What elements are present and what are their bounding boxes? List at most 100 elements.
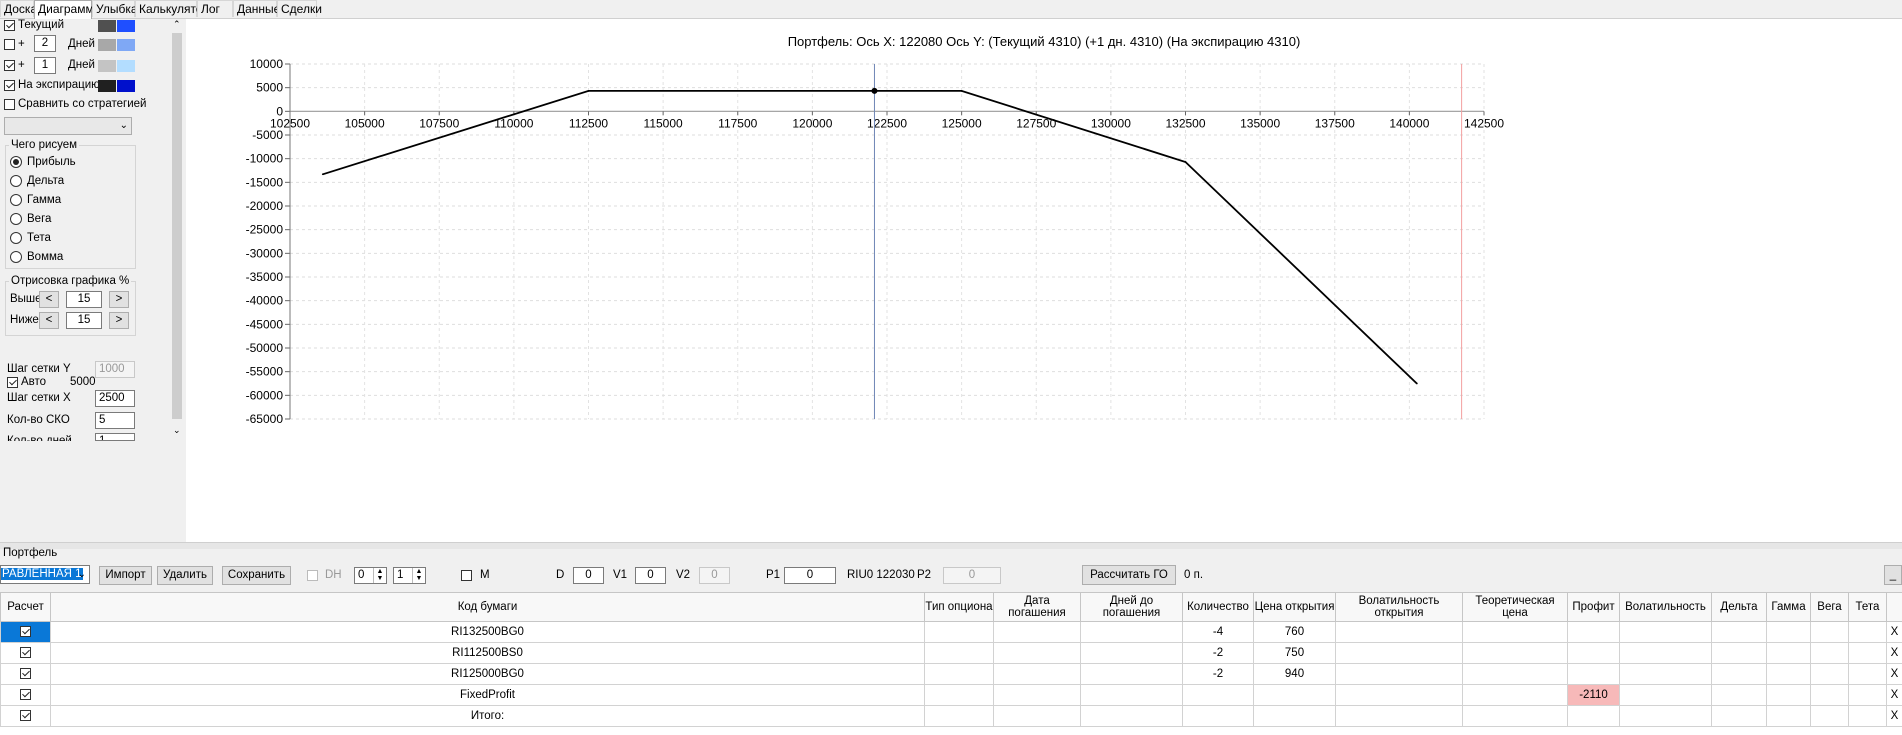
remove-row-button[interactable]: X [1886,684,1902,706]
spin-arrows-icon[interactable]: ▲ ▼ [373,568,386,583]
below-decrease-button[interactable]: < [39,312,59,329]
col-gamma[interactable]: Гамма [1766,592,1811,622]
tab-diagram[interactable]: Диаграмма [34,0,100,19]
radio-gamma[interactable] [10,194,22,206]
plus1-color-2[interactable] [117,60,135,72]
current-checkbox[interactable] [4,20,15,31]
tab-board[interactable]: Доска [0,0,37,17]
table-row[interactable]: RI132500BG0 -4 760 X [0,621,1902,643]
dh-checkbox[interactable] [307,570,318,581]
dh-spin-2[interactable]: 1 ▲ ▼ [393,567,426,584]
remove-row-button[interactable]: X [1886,621,1902,643]
grid-x-input[interactable]: 2500 [95,390,135,407]
col-open-price[interactable]: Цена открытия [1253,592,1336,622]
col-volatility[interactable]: Волатильность [1619,592,1712,622]
calc-cell[interactable] [0,684,51,706]
remove-row-button[interactable]: X [1886,642,1902,664]
tab-data[interactable]: Данные [233,0,280,17]
tab-smile[interactable]: Улыбка [92,0,138,17]
calc-go-button[interactable]: Рассчитать ГО [1082,565,1176,585]
auto-checkbox[interactable] [7,377,18,388]
p1-input[interactable]: 0 [784,567,836,584]
plus2-color-2[interactable] [117,39,135,51]
col-theoretical-price[interactable]: Теоретическая цена [1462,592,1568,622]
qty-cell[interactable]: -2 [1182,642,1254,664]
import-button[interactable]: Импорт [99,566,152,585]
chevron-up-icon[interactable]: ⌃ [173,19,181,30]
splitter[interactable] [0,542,1902,549]
col-profit[interactable]: Профит [1567,592,1620,622]
calc-cell[interactable] [0,705,51,727]
qty-cell[interactable]: -2 [1182,663,1254,685]
table-row[interactable]: RI125000BG0 -2 940 X [0,663,1902,685]
qty-cell[interactable]: -4 [1182,621,1254,643]
col-code[interactable]: Код бумаги [50,592,925,622]
plus2-checkbox[interactable] [4,39,15,50]
col-days-to-expiry[interactable]: Дней до погашения [1080,592,1183,622]
col-quantity[interactable]: Количество [1182,592,1254,622]
plus1-checkbox[interactable] [4,60,15,71]
row-checkbox[interactable] [20,626,31,638]
scrollbar-thumb[interactable] [172,33,182,419]
qty-cell[interactable] [1182,705,1254,727]
above-input[interactable]: 15 [66,291,102,308]
price-cell[interactable] [1253,705,1336,727]
row-checkbox[interactable] [20,689,31,701]
qty-cell[interactable] [1182,684,1254,706]
below-input[interactable]: 15 [66,312,102,329]
row-checkbox[interactable] [20,647,31,659]
radio-vega[interactable] [10,213,22,225]
v2-input[interactable]: 0 [699,567,730,584]
col-expiry-date[interactable]: Дата погашения [993,592,1081,622]
remove-row-button[interactable]: X [1886,705,1902,727]
m-checkbox[interactable] [461,570,472,581]
col-open-volatility[interactable]: Волатильность открытия [1335,592,1463,622]
chevron-down-icon[interactable]: ⌄ [173,425,181,436]
payoff-chart-area[interactable]: Портфель: Ось X: 122080 Ось Y: (Текущий … [186,19,1902,542]
current-color-2[interactable] [117,20,135,32]
table-row[interactable]: FixedProfit -2110 X [0,684,1902,706]
d-input[interactable]: 0 [573,567,604,584]
col-calc[interactable]: Расчет [0,592,51,622]
payoff-chart[interactable]: 1000050000-5000-10000-15000-20000-25000-… [186,19,1902,542]
current-color-1[interactable] [98,20,116,32]
radio-vomma[interactable] [10,251,22,263]
price-cell[interactable] [1253,684,1336,706]
tab-calculator[interactable]: Калькулятор [135,0,209,17]
col-theta[interactable]: Тета [1848,592,1887,622]
above-increase-button[interactable]: > [109,291,129,308]
plus1-days-input[interactable]: 1 [34,57,56,74]
p2-input[interactable]: 0 [943,567,1001,584]
plus2-days-input[interactable]: 2 [34,35,56,52]
radio-delta[interactable] [10,175,22,187]
spin-arrows-icon[interactable]: ▲ ▼ [412,568,425,583]
expiry-color-1[interactable] [98,80,116,92]
dh-spin-1[interactable]: 0 ▲ ▼ [354,567,387,584]
calc-cell[interactable] [0,663,51,685]
remove-row-button[interactable]: X [1886,663,1902,685]
expiry-color-2[interactable] [117,80,135,92]
grid-y-input[interactable]: 1000 [95,361,135,378]
price-cell[interactable]: 750 [1253,642,1336,664]
delete-button[interactable]: Удалить [157,566,213,585]
col-delta[interactable]: Дельта [1711,592,1767,622]
calc-cell[interactable] [0,642,51,664]
save-button[interactable]: Сохранить [222,566,291,585]
col-option-type[interactable]: Тип опциона [924,592,994,622]
radio-profit[interactable] [10,156,22,168]
radio-theta[interactable] [10,232,22,244]
v1-input[interactable]: 0 [635,567,666,584]
col-vega[interactable]: Вега [1810,592,1849,622]
days-count-input[interactable]: 1 [95,433,135,441]
strategy-select[interactable]: ⌄ [4,117,132,135]
minimize-button[interactable]: _ [1884,565,1902,585]
plus2-color-1[interactable] [98,39,116,51]
row-checkbox[interactable] [20,710,31,722]
plus1-color-1[interactable] [98,60,116,72]
expiry-checkbox[interactable] [4,80,15,91]
table-row[interactable]: Итого: X [0,705,1902,727]
row-checkbox[interactable] [20,668,31,680]
portfolio-table[interactable]: Расчет Код бумаги Тип опциона Дата погаш… [0,592,1902,735]
sko-input[interactable]: 5 [95,412,135,429]
above-decrease-button[interactable]: < [39,291,59,308]
